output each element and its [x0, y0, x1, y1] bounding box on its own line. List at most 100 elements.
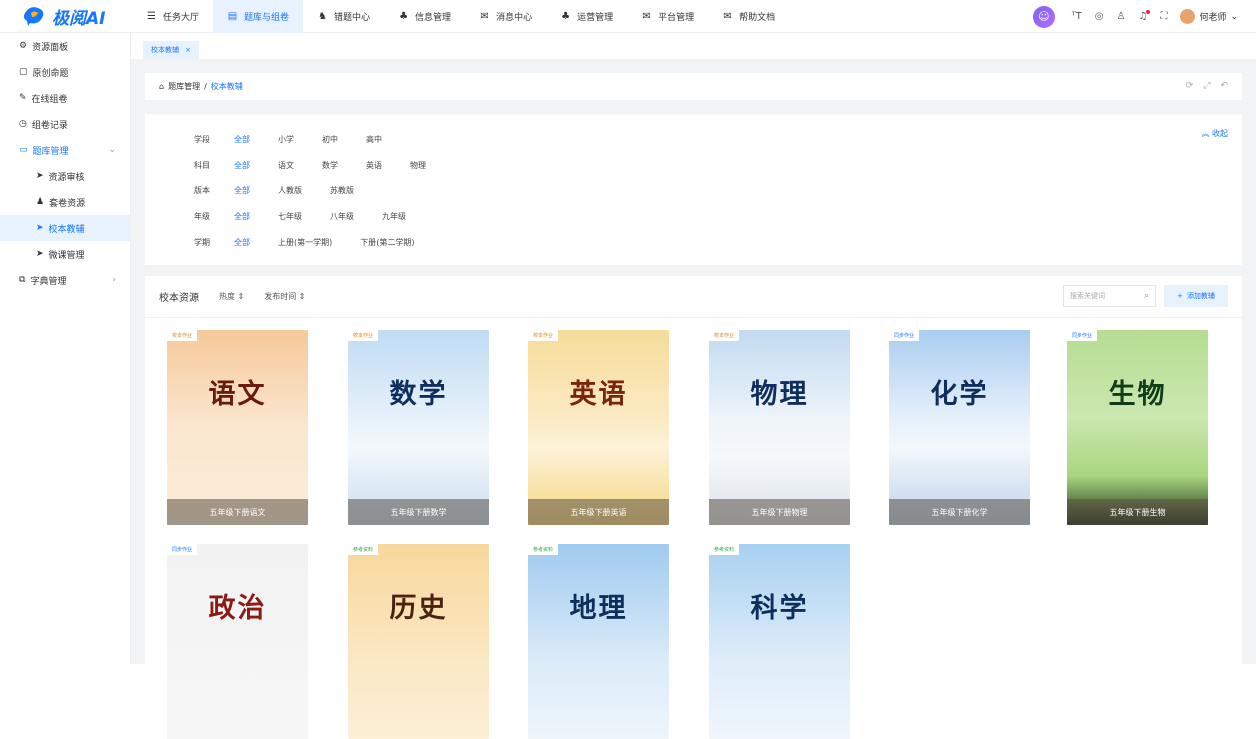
ai-assistant-icon[interactable]: ☺ — [1032, 5, 1055, 28]
sidebar-item-label: 资源审核 — [48, 172, 85, 183]
sidebar-item-4[interactable]: ▭ 题库管理 ⌄ — [0, 137, 130, 163]
add-material-label: 添加教辅 — [1186, 292, 1215, 300]
font-size-icon[interactable]: ᵀT — [1072, 11, 1082, 22]
expand-icon[interactable]: ⤢ — [1203, 81, 1210, 91]
filter-option[interactable]: 全部 — [234, 160, 250, 171]
book-subject: 历史 — [389, 593, 448, 624]
book-card[interactable]: 校本作业 物理 五年级下册物理 — [709, 330, 850, 525]
book-card[interactable]: 校本作业 英语 五年级下册英语 — [528, 330, 669, 525]
filter-option[interactable]: 英语 — [366, 160, 382, 171]
topnav-item-5[interactable]: ♣ 运营管理 — [546, 0, 627, 33]
book-card[interactable]: 校本作业 语文 五年级下册语文 — [167, 330, 308, 525]
topnav-label: 运营管理 — [577, 12, 614, 23]
refresh-icon[interactable]: ⟳ — [1186, 81, 1194, 91]
book-card[interactable]: 参考资料 历史 — [348, 544, 489, 739]
bell-icon[interactable]: ♫ — [1138, 10, 1151, 22]
sidebar-item-label: 在线组卷 — [31, 94, 68, 105]
sidebar-item-0[interactable]: ⚙ 资源面板 — [0, 33, 130, 59]
sort-publish-time[interactable]: 发布时间 ⇕ — [264, 291, 305, 302]
back-icon[interactable]: ↶ — [1220, 81, 1228, 91]
tab-school-materials[interactable]: 校本教辅 × — [143, 41, 199, 59]
filter-option[interactable]: 下册(第二学期) — [360, 237, 414, 248]
book-tag: 校本作业 — [167, 330, 198, 341]
topnav-item-7[interactable]: ✉ 帮助文档 — [708, 0, 789, 33]
filter-row: 学期 全部 上册(第一学期) 下册(第二学期) — [194, 229, 1242, 255]
filter-option[interactable]: 初中 — [322, 134, 338, 145]
collapse-label: 收起 — [1212, 129, 1228, 138]
sidebar-item-1[interactable]: ▢ 原创命题 — [0, 59, 130, 85]
book-card[interactable]: 参考资料 科学 — [709, 544, 850, 739]
menu-icon: ☰ — [147, 10, 156, 22]
doc-icon: ▢ — [19, 67, 28, 77]
sidebar-item-6[interactable]: ♟ 套卷资源 — [0, 189, 130, 215]
filter-option[interactable]: 全部 — [234, 211, 250, 222]
filter-option[interactable]: 九年级 — [382, 211, 406, 222]
filter-option[interactable]: 上册(第一学期) — [278, 237, 332, 248]
book-card[interactable]: 同步作业政治 — [167, 544, 308, 739]
user-menu[interactable]: 何老师 ⌄ — [1180, 9, 1238, 24]
book-subject: 政治 — [208, 593, 267, 624]
book-card[interactable]: 同步作业 生物 五年级下册生物 — [1067, 330, 1208, 525]
book-subject: 数学 — [389, 379, 448, 410]
sidebar-item-5[interactable]: ➤ 资源审核 — [0, 163, 130, 189]
globe-icon[interactable]: ◎ — [1095, 11, 1104, 22]
filter-option[interactable]: 语文 — [278, 160, 294, 171]
sort-popularity-label: 热度 — [219, 292, 235, 301]
filter-option[interactable]: 苏教版 — [330, 185, 354, 196]
sidebar: ⚙ 资源面板 ▢ 原创命题 ✎ 在线组卷 ◷ 组卷记录 ▭ 题库管理 ⌄ ➤ 资源审核 ♟ 套卷资源 ➤ 校本教… — [0, 33, 131, 664]
book-caption: 五年级下册生物 — [1067, 499, 1208, 525]
topnav-item-1[interactable]: ▤ 题库与组卷 — [213, 0, 304, 33]
app-logo[interactable]: 极阅AI — [0, 0, 132, 33]
filter-option[interactable]: 全部 — [234, 185, 250, 196]
sort-publish-label: 发布时间 — [264, 292, 297, 301]
search-input[interactable]: 搜索关键词 ⌕ — [1063, 285, 1156, 307]
mail-icon: ✉ — [642, 10, 651, 22]
book-card[interactable]: 同步作业 化学 五年级下册化学 — [889, 330, 1030, 525]
book-card[interactable]: 校本作业 数学 五年级下册数学 — [348, 330, 489, 525]
sidebar-item-3[interactable]: ◷ 组卷记录 — [0, 111, 130, 137]
filter-option[interactable]: 全部 — [234, 134, 250, 145]
close-icon[interactable]: × — [185, 46, 191, 54]
sort-popularity[interactable]: 热度 ⇕ — [219, 291, 244, 302]
breadcrumb-root[interactable]: 题库管理 — [168, 81, 200, 92]
chevron-down-icon: ⌄ — [108, 145, 116, 155]
filter-label: 学期 — [194, 237, 210, 247]
filter-option[interactable]: 数学 — [322, 160, 338, 171]
collapse-button[interactable]: ︽ 收起 — [1201, 128, 1228, 139]
home-icon[interactable]: ⌂ — [159, 82, 164, 91]
topnav-item-4[interactable]: ✉ 消息中心 — [465, 0, 546, 33]
mail-icon: ✉ — [480, 10, 489, 22]
filter-option[interactable]: 人教版 — [278, 185, 302, 196]
add-material-button[interactable]: + 添加教辅 — [1164, 285, 1228, 307]
book-tag: 校本作业 — [709, 330, 740, 341]
sidebar-item-7[interactable]: ➤ 校本教辅 — [0, 215, 130, 241]
main-content: 校本教辅 × ⌂ 题库管理 / 校本教辅 ⟳ ⤢ ↶ ︽ 收起 学段 全部 小学 初中… — [131, 33, 1256, 739]
fullscreen-icon[interactable]: ⛶ — [1160, 11, 1167, 22]
filter-option[interactable]: 物理 — [410, 160, 426, 171]
filter-option[interactable]: 小学 — [278, 134, 294, 145]
filter-option[interactable]: 全部 — [234, 237, 250, 248]
topnav-item-6[interactable]: ✉ 平台管理 — [627, 0, 708, 33]
filter-option[interactable]: 七年级 — [278, 211, 302, 222]
sidebar-item-9[interactable]: ⧉ 字典管理 › — [0, 267, 130, 293]
people-icon: ♞ — [318, 10, 328, 22]
book-card[interactable]: 参考资料 地理 — [528, 544, 669, 739]
book-tag: 同步作业 — [167, 544, 198, 555]
topnav-item-0[interactable]: ☰ 任务大厅 — [132, 0, 213, 33]
sidebar-item-label: 微课管理 — [48, 250, 85, 261]
book-subject: 语文 — [208, 379, 267, 410]
sidebar-item-2[interactable]: ✎ 在线组卷 — [0, 85, 130, 111]
sidebar-item-8[interactable]: ➤ 微课管理 — [0, 241, 130, 267]
filter-option[interactable]: 八年级 — [330, 211, 354, 222]
topnav-item-3[interactable]: ♣ 信息管理 — [384, 0, 465, 33]
resource-panel: 校本资源 热度 ⇕ 发布时间 ⇕ 搜索关键词 ⌕ + 添加教辅 校本作业 语文 五年… — [145, 276, 1242, 739]
shirt-icon[interactable]: ♙ — [1117, 11, 1126, 22]
filter-row: 学段 全部 小学 初中 高中 — [194, 127, 1242, 153]
topnav-item-2[interactable]: ♞ 错题中心 — [303, 0, 384, 33]
book-subject: 化学 — [930, 379, 989, 410]
org-icon: ♣ — [399, 10, 409, 22]
send-icon: ➤ — [36, 171, 44, 181]
chevron-down-icon: ⌄ — [1230, 11, 1238, 22]
search-icon[interactable]: ⌕ — [1144, 291, 1149, 301]
filter-option[interactable]: 高中 — [366, 134, 382, 145]
